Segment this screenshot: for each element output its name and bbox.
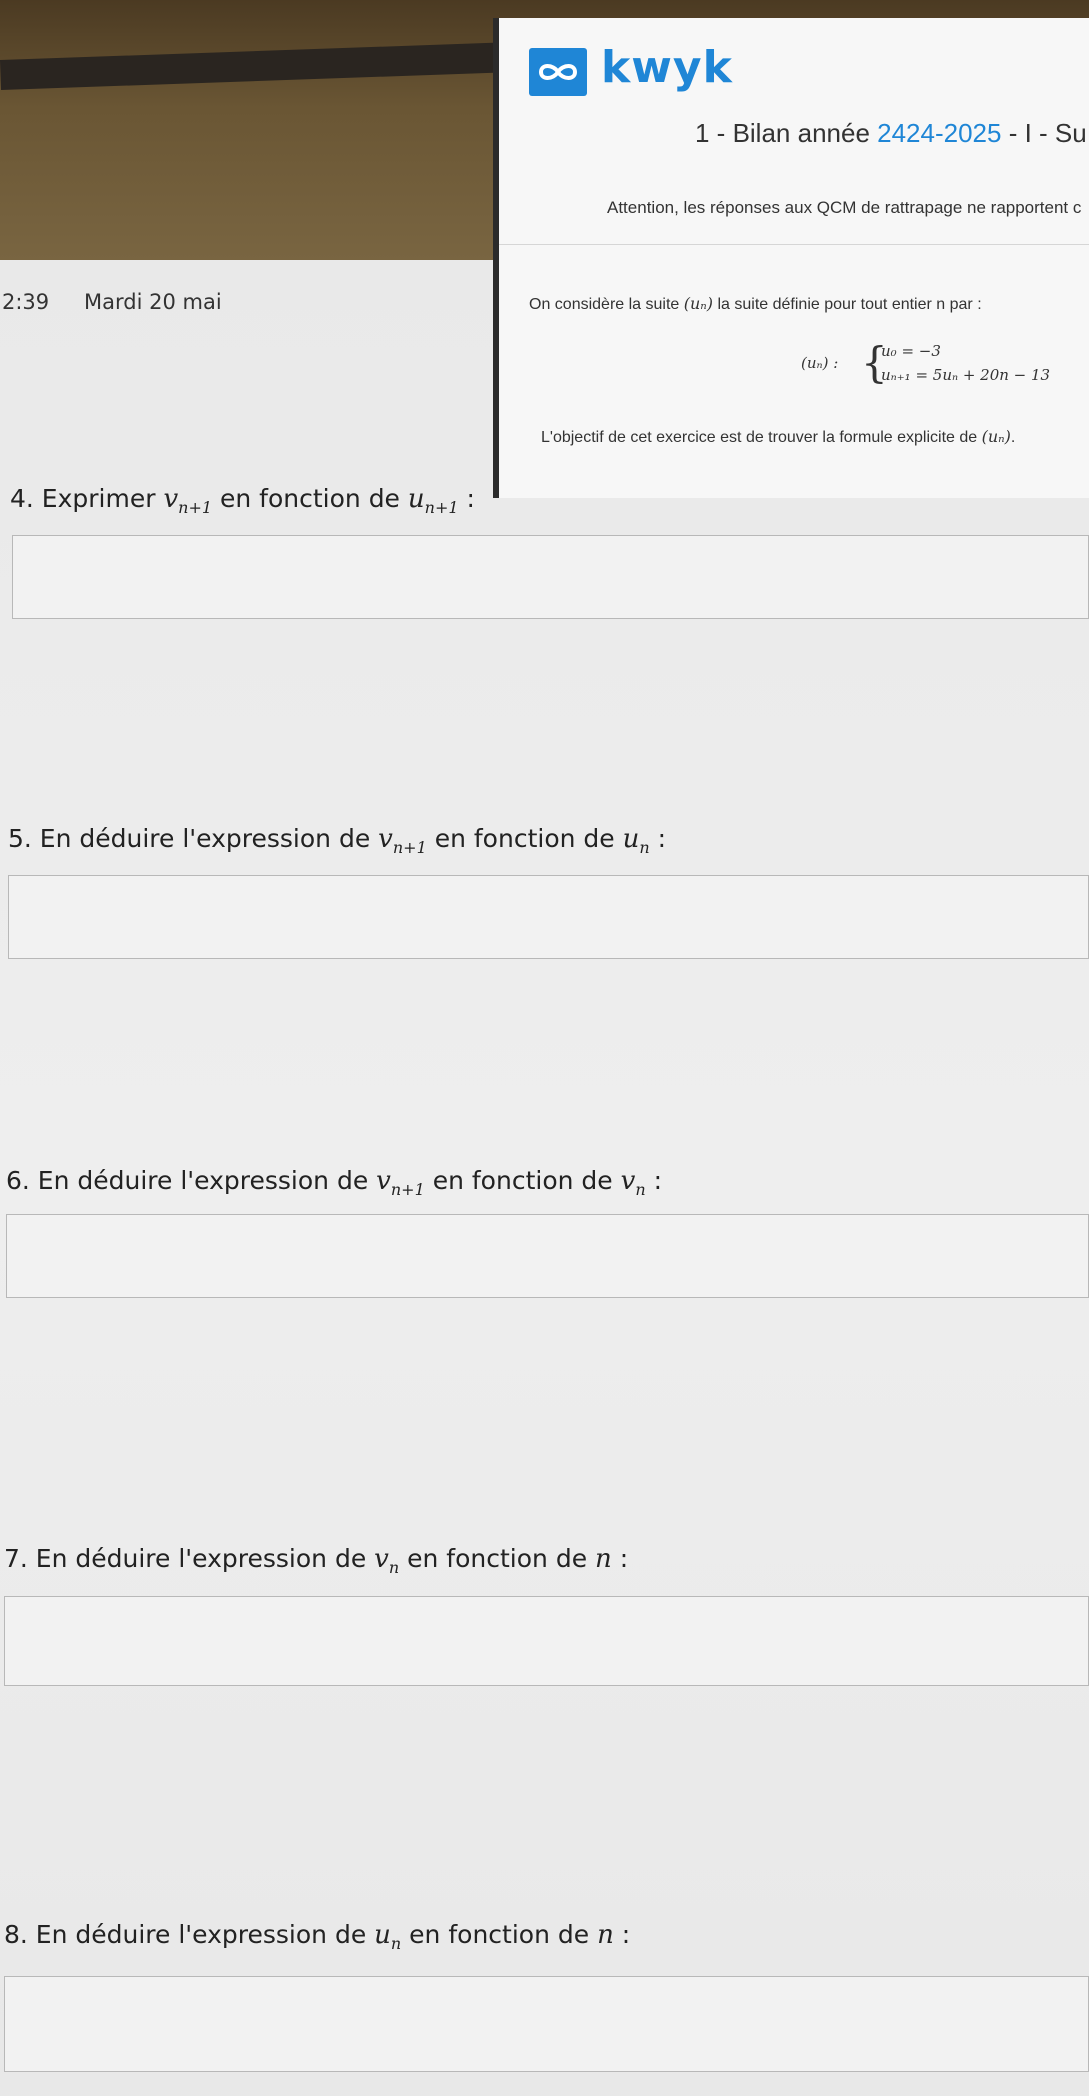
infinity-logo-icon <box>529 48 587 96</box>
objective-before: L'objectif de cet exercice est de trouve… <box>541 429 982 446</box>
question-text: 6. En déduire l'expression de <box>6 1166 377 1195</box>
assignment-title: 1 - Bilan année 2424-2025 - I - Su <box>695 118 1087 149</box>
question-var: v <box>620 1166 636 1196</box>
question-var: u <box>407 484 425 514</box>
question-6: 6. En déduire l'expression de vn+1 en fo… <box>6 1166 662 1199</box>
definition-initial-term: u₀ = −3 <box>881 342 941 360</box>
question-text: 4. Exprimer <box>10 484 164 513</box>
question-sub: n+1 <box>178 498 213 517</box>
question-mid: en fonction de <box>426 824 623 853</box>
status-date: Mardi 20 mai <box>84 290 222 314</box>
question-end: : <box>645 1166 662 1195</box>
question-sub: n+1 <box>390 1180 425 1199</box>
question-4: 4. Exprimer vn+1 en fonction de un+1 : <box>10 484 475 517</box>
question-var: n <box>597 1920 614 1950</box>
intro-before: On considère la suite <box>529 296 684 313</box>
question-var: v <box>378 824 393 854</box>
answer-input-4[interactable] <box>12 535 1089 619</box>
question-var: v <box>374 1544 389 1574</box>
divider <box>499 244 1089 245</box>
question-var: u <box>622 824 640 854</box>
question-end: : <box>458 484 475 513</box>
question-8: 8. En déduire l'expression de un en fonc… <box>4 1920 630 1953</box>
kwyk-brand-name: kwyk <box>601 42 733 93</box>
status-time: 2:39 <box>2 290 50 314</box>
objective-text: L'objectif de cet exercice est de trouve… <box>541 427 1015 447</box>
question-text: 5. En déduire l'expression de <box>8 824 379 853</box>
assignment-year: 2424-2025 <box>877 118 1002 148</box>
question-mid: en fonction de <box>424 1166 621 1195</box>
question-var: v <box>376 1166 391 1196</box>
objective-after: . <box>1010 429 1016 446</box>
objective-sequence: (uₙ) <box>981 427 1011 446</box>
kwyk-exercise-card: kwyk 1 - Bilan année 2424-2025 - I - Su … <box>493 18 1089 498</box>
question-sub: n <box>639 838 650 857</box>
question-sub: n <box>390 1934 402 1953</box>
warning-text: Attention, les réponses aux QCM de rattr… <box>607 198 1082 217</box>
question-mid: en fonction de <box>212 484 408 513</box>
question-text: 8. En déduire l'expression de <box>4 1920 375 1949</box>
question-sub: n+1 <box>392 838 427 857</box>
intro-after: la suite définie pour tout entier n par … <box>713 296 982 313</box>
question-var: v <box>163 484 179 514</box>
question-sub: n <box>635 1180 646 1199</box>
answer-input-5[interactable] <box>8 875 1089 959</box>
question-7: 7. En déduire l'expression de vn en fonc… <box>4 1544 628 1577</box>
definition-recurrence: uₙ₊₁ = 5uₙ + 20n − 13 <box>881 366 1051 384</box>
question-sub: n+1 <box>424 498 459 517</box>
question-mid: en fonction de <box>401 1920 598 1949</box>
question-text: 7. En déduire l'expression de <box>4 1544 375 1573</box>
definition-label: (uₙ) : <box>801 354 839 372</box>
answer-input-8[interactable] <box>4 1976 1089 2072</box>
question-end: : <box>613 1920 631 1949</box>
question-mid: en fonction de <box>399 1544 596 1573</box>
assignment-title-prefix: 1 - Bilan année <box>695 118 878 148</box>
answer-input-6[interactable] <box>6 1214 1089 1298</box>
question-5: 5. En déduire l'expression de vn+1 en fo… <box>8 824 666 857</box>
question-var: n <box>595 1544 612 1574</box>
question-sub: n <box>388 1558 400 1577</box>
question-end: : <box>611 1544 629 1573</box>
intro-sequence: (uₙ) <box>683 294 714 313</box>
status-bar: 2:39 Mardi 20 mai <box>0 280 480 328</box>
question-var: u <box>374 1920 391 1950</box>
sequence-intro: On considère la suite (uₙ) la suite défi… <box>529 294 982 314</box>
question-end: : <box>649 824 667 853</box>
assignment-title-suffix: - I - Su <box>1001 118 1087 148</box>
answer-input-7[interactable] <box>4 1596 1089 1686</box>
